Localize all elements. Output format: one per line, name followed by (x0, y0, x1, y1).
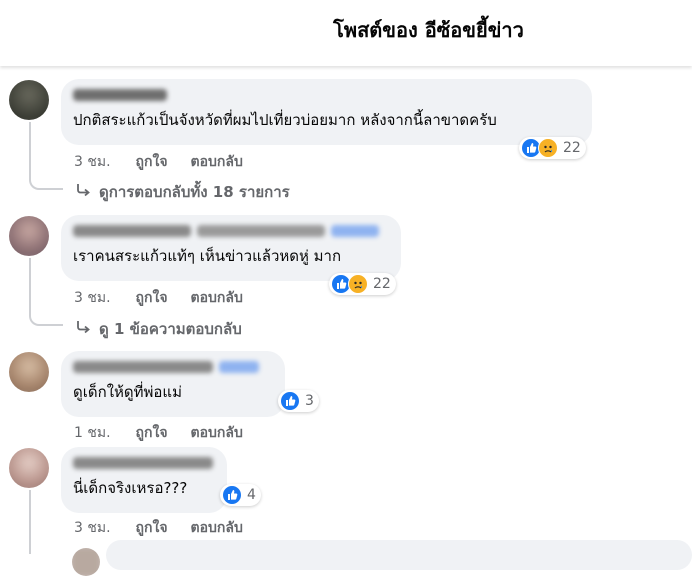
thumbs-up-icon (280, 391, 300, 411)
view-replies-label: ดู 1 ข้อความตอบกลับ (99, 320, 242, 338)
like-button[interactable]: ถูกใจ (136, 287, 168, 309)
avatar[interactable] (9, 448, 49, 488)
thread-elbow (29, 160, 63, 190)
commenter-name[interactable] (73, 225, 191, 237)
view-replies-link[interactable]: ดู 1 ข้อความตอบกลับ (75, 317, 242, 341)
view-replies-link[interactable]: ดูการตอบกลับทั้ง 18 รายการ (75, 180, 290, 204)
commenter-name[interactable] (73, 89, 167, 101)
like-button[interactable]: ถูกใจ (136, 422, 168, 444)
comment-text: ปกติสระแก้วเป็นจังหวัดที่ผมไปเที่ยวบ่อยม… (73, 111, 497, 129)
commenter-name[interactable] (73, 361, 213, 373)
comment-text: ดูเด็กให้ดูที่พ่อแม่ (73, 383, 182, 401)
comment-actions: 3 ชม. ถูกใจ ตอบกลับ (74, 517, 243, 539)
comment-bubble: เราคนสระแก้วแท้ๆ เห็นข่าวแล้วหดหู่ มาก (61, 215, 401, 281)
like-button[interactable]: ถูกใจ (136, 517, 168, 539)
reply-button[interactable]: ตอบกลับ (191, 287, 243, 309)
comment-timestamp[interactable]: 3 ชม. (74, 517, 111, 539)
comment-actions: 3 ชม. ถูกใจ ตอบกลับ (74, 151, 243, 173)
reply-arrow-icon (75, 320, 91, 338)
reaction-count: 22 (373, 276, 391, 292)
comment-bubble (106, 540, 692, 570)
top-fan-badge (331, 225, 379, 237)
sad-face-icon (348, 274, 368, 294)
reaction-summary[interactable]: 22 (329, 273, 396, 295)
top-fan-badge (219, 361, 259, 373)
reaction-summary[interactable]: 3 (278, 390, 319, 412)
comment-actions: 3 ชม. ถูกใจ ตอบกลับ (74, 287, 243, 309)
commenter-name[interactable] (73, 457, 213, 469)
reply-button[interactable]: ตอบกลับ (191, 422, 243, 444)
comment-bubble: ดูเด็กให้ดูที่พ่อแม่ (61, 351, 285, 417)
comment-actions: 1 ชม. ถูกใจ ตอบกลับ (74, 422, 243, 444)
reply-button[interactable]: ตอบกลับ (191, 517, 243, 539)
reaction-count: 3 (305, 393, 314, 409)
comment-text: นี่เด็กจริงเหรอ??? (73, 479, 188, 497)
reaction-count: 22 (563, 140, 581, 156)
avatar[interactable] (9, 216, 49, 256)
thread-elbow (29, 296, 63, 326)
comment-bubble: ปกติสระแก้วเป็นจังหวัดที่ผมไปเที่ยวบ่อยม… (61, 79, 592, 145)
avatar[interactable] (9, 352, 49, 392)
view-replies-label: ดูการตอบกลับทั้ง 18 รายการ (99, 183, 290, 201)
thumbs-up-icon (222, 485, 242, 505)
thread-line (29, 490, 31, 554)
comment-timestamp[interactable]: 1 ชม. (74, 422, 111, 444)
comment-text: เราคนสระแก้วแท้ๆ เห็นข่าวแล้วหดหู่ มาก (73, 247, 342, 265)
commenter-name (197, 225, 325, 237)
comment-timestamp[interactable]: 3 ชม. (74, 287, 111, 309)
avatar[interactable] (9, 80, 49, 120)
reply-arrow-icon (75, 183, 91, 201)
sad-face-icon (538, 138, 558, 158)
comment-bubble: นี่เด็กจริงเหรอ??? (61, 447, 227, 513)
reaction-summary[interactable]: 4 (220, 484, 261, 506)
like-button[interactable]: ถูกใจ (136, 151, 168, 173)
reply-button[interactable]: ตอบกลับ (191, 151, 243, 173)
post-header: โพสต์ของ อีซ้อขยี้ข่าว (0, 0, 692, 66)
reaction-summary[interactable]: 22 (519, 137, 586, 159)
avatar (72, 548, 100, 576)
reaction-count: 4 (247, 487, 256, 503)
page-title: โพสต์ของ อีซ้อขยี้ข่าว (333, 18, 524, 42)
comment-timestamp[interactable]: 3 ชม. (74, 151, 111, 173)
